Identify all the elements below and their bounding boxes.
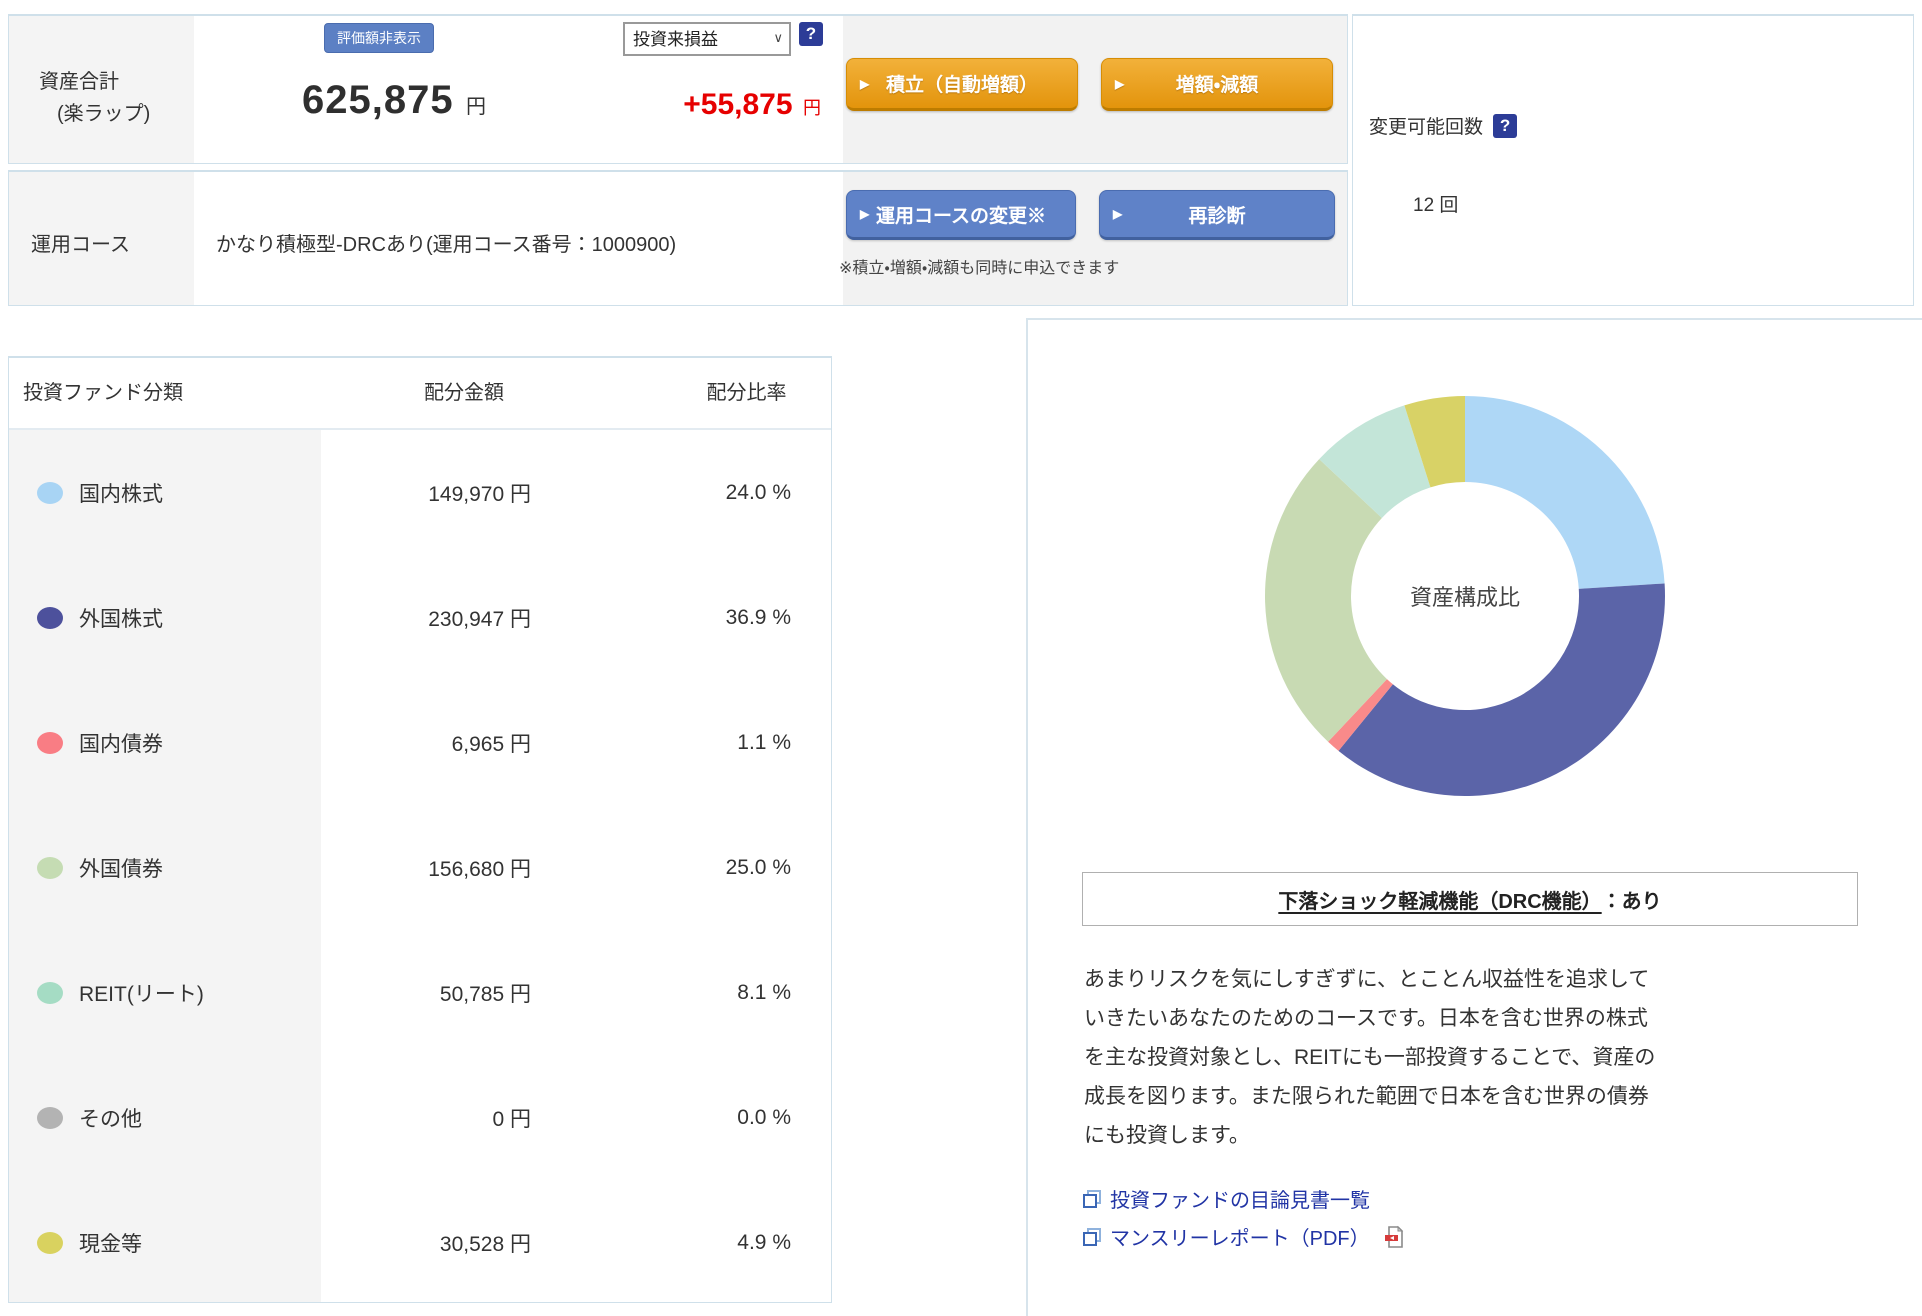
row-label: 現金等 (79, 1232, 142, 1256)
reserve-button-label: 積立（自動増額） (885, 75, 1038, 96)
header-fund-class: 投資ファンド分類 (23, 382, 183, 404)
asset-total-box: 資産合計 (楽ラップ) 評価額非表示 625,875 円 投資来損益 ∨ ? +… (8, 14, 1348, 164)
row-label: 外国株式 (79, 607, 163, 631)
asset-total-label-line1: 資産合計 (39, 71, 119, 93)
row-amount: 149,970 円 (428, 482, 531, 506)
table-row: 外国債券 156,680 円 25.0 % (9, 805, 831, 930)
row-ratio: 24.0 % (725, 480, 791, 504)
row-ratio: 0.0 % (737, 1105, 791, 1129)
row-ratio: 36.9 % (725, 605, 791, 629)
change-count-label: 変更可能回数 (1369, 117, 1484, 138)
row-label: 外国債券 (79, 857, 163, 881)
legend-dot-icon (37, 1231, 63, 1254)
row-label: その他 (79, 1107, 142, 1131)
row-amount: 230,947 円 (428, 607, 531, 631)
asset-donut-chart: 資産構成比 (1255, 386, 1675, 806)
arrow-icon: ▶ (1115, 76, 1125, 91)
change-course-button[interactable]: ▶ 運用コースの変更※ (846, 190, 1076, 240)
pl-amount-wrap: +55,875 円 (569, 88, 821, 122)
prospectus-link-label: 投資ファンドの目論見書一覧 (1110, 1190, 1370, 1212)
course-box: 運用コース かなり積極型-DRCあり(運用コース番号：1000900) ▶ 運用… (8, 170, 1348, 306)
total-amount-wrap: 625,875 円 (159, 78, 629, 123)
row-ratio: 8.1 % (737, 980, 791, 1004)
page: 資産合計 (楽ラップ) 評価額非表示 625,875 円 投資来損益 ∨ ? +… (0, 0, 1922, 1316)
row-ratio: 1.1 % (737, 730, 791, 754)
legend-dot-icon (37, 731, 63, 754)
pl-amount-unit: 円 (803, 98, 821, 118)
external-link-icon (1083, 1189, 1101, 1208)
row-amount: 30,528 円 (439, 1232, 531, 1256)
prospectus-link[interactable]: 投資ファンドの目論見書一覧 (1082, 1184, 1370, 1213)
change-count-help-icon[interactable]: ? (1493, 113, 1518, 138)
donut-segment (1465, 396, 1665, 589)
drc-box: 下落ショック軽減機能（DRC機能） ：あり (1082, 872, 1858, 926)
header-ratio: 配分比率 (706, 382, 787, 404)
drc-status: ：あり (1601, 890, 1662, 913)
reserve-button[interactable]: ▶ 積立（自動増額） (846, 58, 1078, 111)
course-description: あまりリスクを気にしすぎずに、とことん収益性を追求して いきたいあなたのためのコ… (1084, 968, 1656, 1147)
legend-dot-icon (37, 856, 63, 879)
chart-panel: 資産構成比 下落ショック軽減機能（DRC機能） ：あり あまりリスクを気にしすぎず… (1026, 318, 1922, 1316)
monthly-report-link-label: マンスリーレポート（PDF） (1110, 1228, 1370, 1250)
change-count-row: 変更可能回数 ? (1369, 112, 1518, 139)
allocation-table: 投資ファンド分類 配分金額 配分比率 国内株式 149,970 円 24.0 %… (8, 356, 832, 1303)
rediagnose-button[interactable]: ▶ 再診断 (1099, 190, 1335, 240)
apply-note: ※積立・増額・減額も同時に申込できます (839, 260, 1120, 277)
change-count-box: 変更可能回数 ? 12 回 (1352, 14, 1914, 306)
table-row: 国内債券 6,965 円 1.1 % (9, 680, 831, 805)
asset-total-label: 資産合計 (楽ラップ) (39, 66, 150, 130)
arrow-icon: ▶ (860, 76, 870, 91)
change-count-value: 12 回 (1413, 195, 1459, 216)
pdf-icon (1384, 1225, 1403, 1248)
legend-dot-icon (37, 481, 63, 504)
adjust-amount-button-label: 増額・減額 (1175, 75, 1259, 96)
total-amount: 625,875 (301, 78, 454, 122)
allocation-table-header: 投資ファンド分類 配分金額 配分比率 (9, 358, 831, 430)
change-course-button-label: 運用コースの変更※ (875, 205, 1047, 227)
table-row: REIT(リート) 50,785 円 8.1 % (9, 930, 831, 1055)
pl-period-select-wrap: 投資来損益 ∨ (623, 22, 791, 56)
row-ratio: 25.0 % (725, 855, 791, 879)
monthly-report-link[interactable]: マンスリーレポート（PDF） (1082, 1222, 1405, 1251)
course-label: 運用コース (31, 234, 130, 256)
table-row: その他 0 円 0.0 % (9, 1055, 831, 1180)
course-label-cell: 運用コース (9, 172, 194, 305)
external-link-icon (1083, 1227, 1101, 1246)
drc-title: 下落ショック軽減機能（DRC機能） (1278, 890, 1602, 913)
header-amount: 配分金額 (424, 382, 504, 404)
legend-dot-icon (37, 606, 63, 629)
course-value: かなり積極型-DRCあり(運用コース番号：1000900) (216, 234, 677, 256)
table-row: 国内株式 149,970 円 24.0 % (9, 430, 831, 555)
table-row: 現金等 30,528 円 4.9 % (9, 1180, 831, 1305)
row-amount: 50,785 円 (439, 982, 531, 1006)
pl-help-icon[interactable]: ? (799, 22, 823, 46)
arrow-icon: ▶ (860, 207, 870, 221)
asset-total-label-line2: (楽ラップ) (57, 103, 151, 125)
row-label: 国内債券 (79, 732, 163, 756)
total-amount-unit: 円 (466, 96, 487, 118)
pl-amount: +55,875 (683, 88, 793, 121)
legend-dot-icon (37, 1106, 63, 1129)
hide-value-button[interactable]: 評価額非表示 (324, 23, 434, 53)
row-label: REIT(リート) (79, 982, 204, 1006)
adjust-amount-button[interactable]: ▶ 増額・減額 (1101, 58, 1333, 111)
row-label: 国内株式 (79, 482, 163, 506)
rediagnose-button-label: 再診断 (1188, 205, 1246, 227)
donut-svg (1265, 396, 1665, 796)
table-row: 外国株式 230,947 円 36.9 % (9, 555, 831, 680)
row-amount: 6,965 円 (451, 732, 531, 756)
legend-dot-icon (37, 981, 63, 1004)
row-amount: 156,680 円 (428, 857, 531, 881)
pl-period-select[interactable]: 投資来損益 (623, 22, 791, 56)
arrow-icon: ▶ (1113, 207, 1123, 221)
row-amount: 0 円 (492, 1107, 531, 1131)
row-ratio: 4.9 % (737, 1230, 791, 1254)
